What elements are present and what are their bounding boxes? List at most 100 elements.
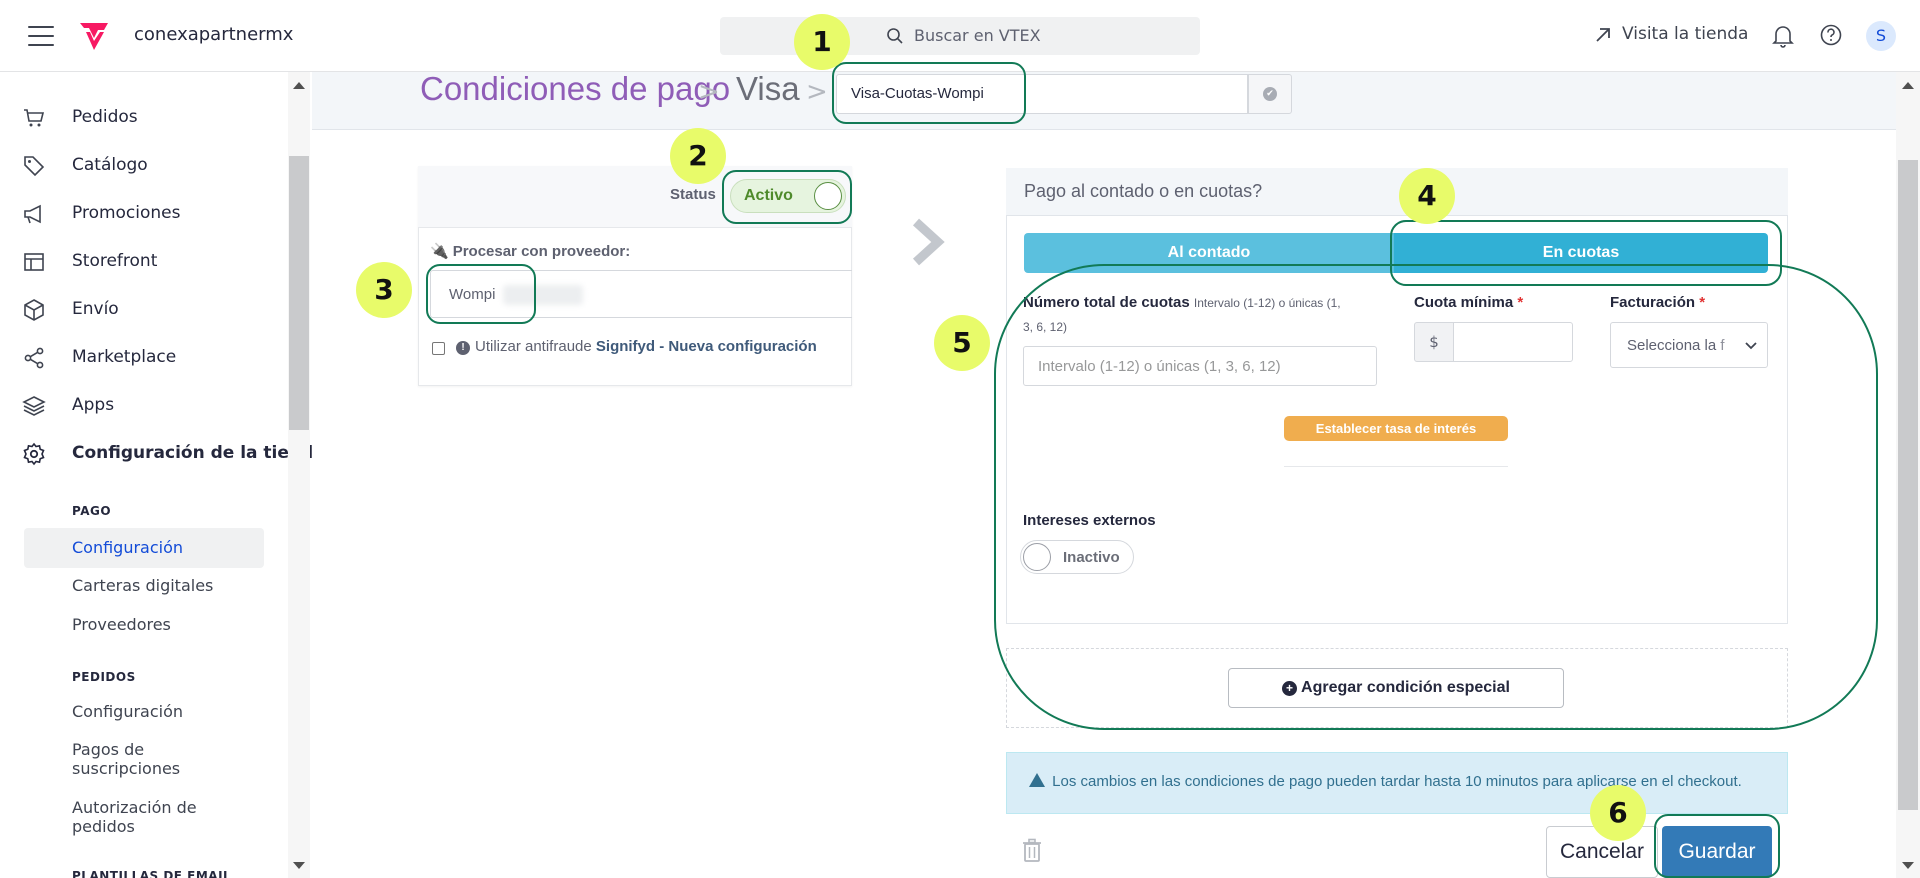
save-button[interactable]: Guardar: [1662, 826, 1772, 878]
alert-message: Los cambios en las condiciones de pago p…: [1052, 773, 1742, 790]
status-toggle[interactable]: Activo: [730, 179, 846, 213]
cart-icon: [24, 109, 45, 127]
sidebar-subitem-configuracion[interactable]: Configuración: [72, 538, 183, 557]
antifraud-link[interactable]: Signifyd - Nueva configuración: [596, 338, 817, 355]
visit-store-link[interactable]: Visita la tienda: [1594, 24, 1748, 44]
search-bar[interactable]: Buscar en VTEX: [720, 17, 1200, 55]
toggle-knob: [1023, 543, 1051, 571]
avatar[interactable]: S: [1866, 21, 1896, 51]
trash-icon[interactable]: [1022, 838, 1042, 862]
share-icon: [24, 347, 44, 369]
provider-label: 🔌 Procesar con proveedor:: [430, 242, 630, 260]
required-mark: *: [1699, 294, 1706, 311]
tag-icon: [24, 156, 45, 177]
external-arrow-icon: [1596, 28, 1610, 42]
sidebar-item-label: Apps: [72, 395, 115, 415]
sidebar-item-pedidos[interactable]: Pedidos: [22, 102, 288, 134]
add-special-condition-button[interactable]: + Agregar condición especial: [1228, 668, 1564, 708]
info-alert: Los cambios en las condiciones de pago p…: [1006, 752, 1788, 814]
sidebar-item-marketplace[interactable]: Marketplace: [22, 342, 288, 374]
condition-name-input[interactable]: Visa-Cuotas-Wompi: [836, 74, 1248, 114]
add-special-condition-label: Agregar condición especial: [1301, 679, 1510, 696]
sidebar-subitem-autorizacion[interactable]: Autorización de pedidos: [72, 798, 202, 836]
installments-label: Número total de cuotas Intervalo (1-12) …: [1023, 294, 1341, 311]
menu-icon[interactable]: [28, 26, 54, 46]
billing-select[interactable]: Selecciona la f: [1610, 322, 1768, 368]
sidebar-item-label: Storefront: [72, 251, 158, 271]
panel-title: Pago al contado o en cuotas?: [1024, 181, 1263, 201]
tab-en-cuotas[interactable]: En cuotas: [1394, 233, 1768, 273]
sidebar-item-catalogo[interactable]: Catálogo: [22, 150, 288, 182]
toggle-knob: [814, 182, 842, 210]
min-quota-label-text: Cuota mínima: [1414, 294, 1514, 311]
status-toggle-label: Activo: [744, 187, 793, 204]
breadcrumb-title[interactable]: Condiciones de pago: [420, 70, 730, 108]
min-quota-label: Cuota mínima *: [1414, 294, 1523, 311]
name-confirm-button[interactable]: ✔: [1248, 74, 1292, 114]
billing-label: Facturación *: [1610, 294, 1705, 311]
section-title-pago: PAGO: [72, 504, 112, 518]
annotation-badge-6: 6: [1590, 785, 1646, 841]
search-placeholder: Buscar en VTEX: [914, 26, 1041, 45]
status-label: Status: [670, 186, 716, 203]
required-mark: *: [1517, 294, 1524, 311]
plus-circle-icon: +: [1282, 681, 1298, 696]
sidebar-subitem-carteras[interactable]: Carteras digitales: [72, 576, 213, 595]
sidebar-subitem-suscripciones[interactable]: Pagos de suscripciones: [72, 740, 202, 778]
warning-icon: [1029, 773, 1045, 787]
tab-al-contado[interactable]: Al contado: [1024, 233, 1394, 273]
sidebar-item-label: Marketplace: [72, 347, 177, 367]
currency-addon: $: [1414, 322, 1454, 362]
installments-hint-cont: 3, 6, 12): [1023, 320, 1068, 334]
external-interest-toggle[interactable]: Inactivo: [1020, 540, 1134, 574]
account-name[interactable]: conexapartnermx: [134, 24, 293, 45]
provider-label-text: Procesar con proveedor:: [452, 243, 631, 260]
sidebar-item-label: Promociones: [72, 203, 181, 223]
min-quota-input[interactable]: [1453, 322, 1573, 362]
main-scroll-thumb[interactable]: [1898, 160, 1918, 810]
installments-hint: Intervalo (1-12) o únicas (1,: [1193, 296, 1341, 310]
check-icon: ✔: [1263, 87, 1277, 101]
sidebar-item-label: Envío: [72, 299, 119, 319]
section-title-pedidos: PEDIDOS: [72, 670, 136, 684]
bell-icon[interactable]: [1772, 24, 1794, 48]
annotation-badge-4: 4: [1399, 168, 1455, 224]
sidebar-item-storefront[interactable]: Storefront: [22, 246, 288, 278]
scroll-down-arrow-icon[interactable]: [1902, 862, 1914, 869]
annotation-badge-3: 3: [356, 262, 412, 318]
chevron-down-icon: [1745, 342, 1757, 350]
sidebar-subitem-proveedores[interactable]: Proveedores: [72, 615, 171, 634]
sidebar-subitem-pedidos-config[interactable]: Configuración: [72, 702, 183, 721]
scroll-down-arrow-icon[interactable]: [293, 862, 305, 869]
layout-icon: [24, 253, 44, 271]
help-icon[interactable]: [1820, 24, 1842, 46]
antifraud-checkbox[interactable]: [432, 342, 445, 355]
external-interest-toggle-label: Inactivo: [1063, 549, 1120, 566]
breadcrumb-current: Visa: [736, 70, 800, 107]
sidebar-item-envio[interactable]: Envío: [22, 294, 288, 326]
sidebar-item-apps[interactable]: Apps: [22, 390, 288, 422]
sidebar-item-promociones[interactable]: Promociones: [22, 198, 288, 230]
billing-label-text: Facturación: [1610, 294, 1696, 311]
section-title-plantillas: PLANTILLAS DE EMAIL: [72, 870, 232, 878]
divider: [1284, 466, 1508, 467]
installments-input[interactable]: Intervalo (1-12) o únicas (1, 3, 6, 12): [1023, 346, 1377, 386]
plug-icon: 🔌: [430, 243, 449, 260]
scroll-up-arrow-icon[interactable]: [1902, 82, 1914, 89]
sidebar-scroll-thumb[interactable]: [289, 156, 309, 430]
vtex-logo-icon[interactable]: [78, 20, 110, 52]
provider-field[interactable]: Wompi: [430, 270, 852, 318]
sidebar-item-configuracion-tienda[interactable]: Configuración de la tienda: [22, 438, 325, 470]
annotation-badge-2: 2: [670, 128, 726, 184]
sidebar-item-label: Catálogo: [72, 155, 148, 175]
breadcrumb-separator: >: [698, 77, 720, 107]
top-bar: conexapartnermx Buscar en VTEX Visita la…: [0, 0, 1920, 72]
scroll-up-arrow-icon[interactable]: [293, 82, 305, 89]
provider-value: Wompi: [449, 286, 496, 303]
sidebar-item-label: Pedidos: [72, 107, 138, 127]
installments-label-text: Número total de cuotas: [1023, 294, 1190, 311]
annotation-badge-5: 5: [934, 315, 990, 371]
installments-panel-header: Pago al contado o en cuotas?: [1006, 168, 1788, 216]
set-interest-rate-button[interactable]: Establecer tasa de interés: [1284, 416, 1508, 441]
layers-icon: [22, 396, 46, 416]
